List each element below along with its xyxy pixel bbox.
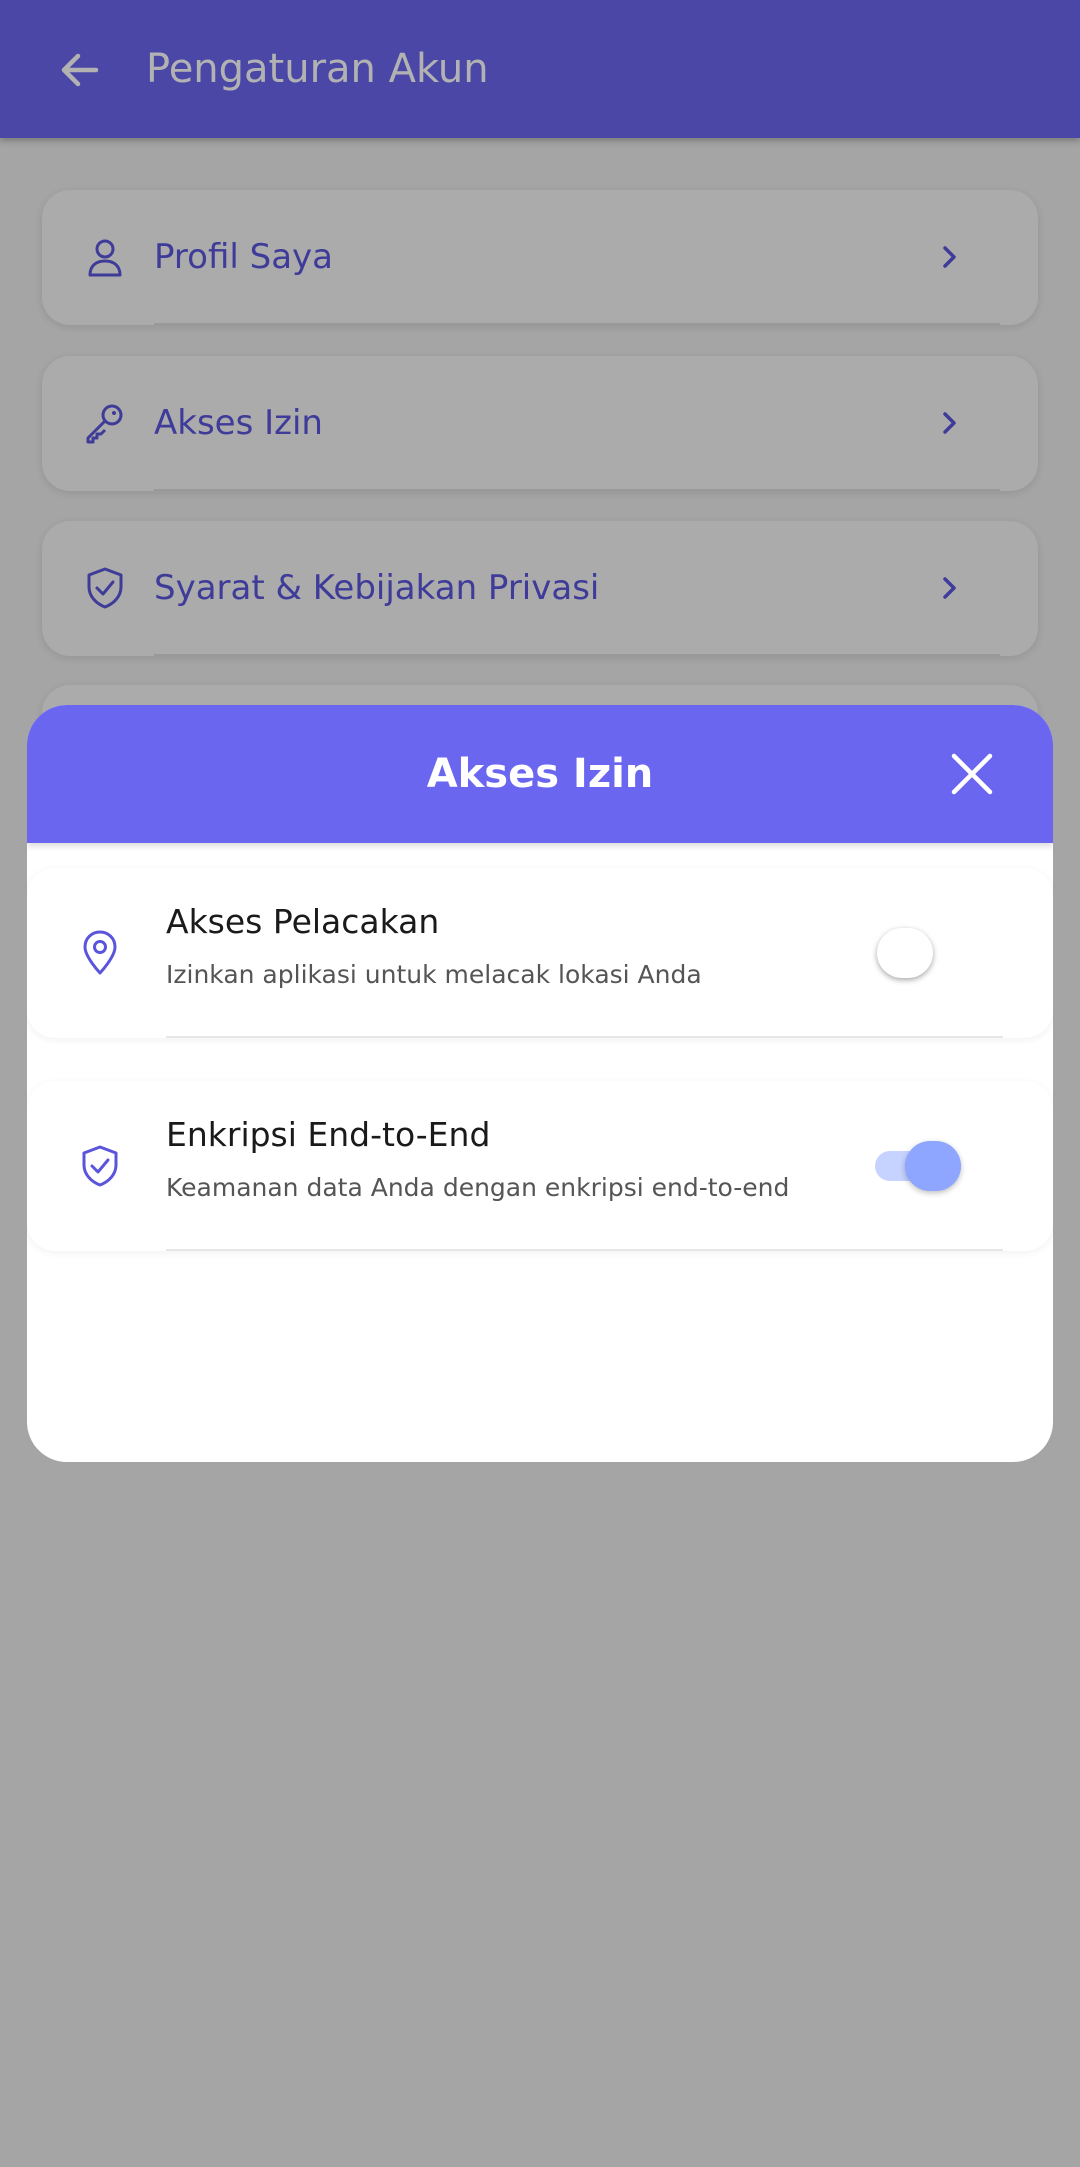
permission-row-tracking: Akses Pelacakan Izinkan aplikasi untuk m…	[27, 868, 1053, 1038]
divider	[166, 1036, 1003, 1038]
dialog-header: Akses Izin	[27, 705, 1053, 843]
shield-check-icon	[73, 1139, 127, 1193]
toggle-thumb	[877, 928, 933, 978]
location-pin-icon	[73, 926, 127, 980]
divider	[166, 1249, 1003, 1251]
close-button[interactable]	[945, 747, 999, 801]
permission-title: Enkripsi End-to-End	[166, 1115, 491, 1154]
close-icon	[951, 753, 993, 795]
dialog-title: Akses Izin	[426, 751, 654, 797]
toggle-thumb	[905, 1141, 961, 1191]
permissions-dialog: Akses Izin Akses Pelacakan Izinkan aplik…	[27, 705, 1053, 1462]
tracking-toggle[interactable]	[877, 928, 967, 978]
permission-description: Izinkan aplikasi untuk melacak lokasi An…	[166, 960, 702, 989]
permission-row-encryption: Enkripsi End-to-End Keamanan data Anda d…	[27, 1081, 1053, 1251]
encryption-toggle[interactable]	[875, 1141, 965, 1191]
permission-title: Akses Pelacakan	[166, 902, 440, 941]
permission-description: Keamanan data Anda dengan enkripsi end-t…	[166, 1173, 790, 1202]
